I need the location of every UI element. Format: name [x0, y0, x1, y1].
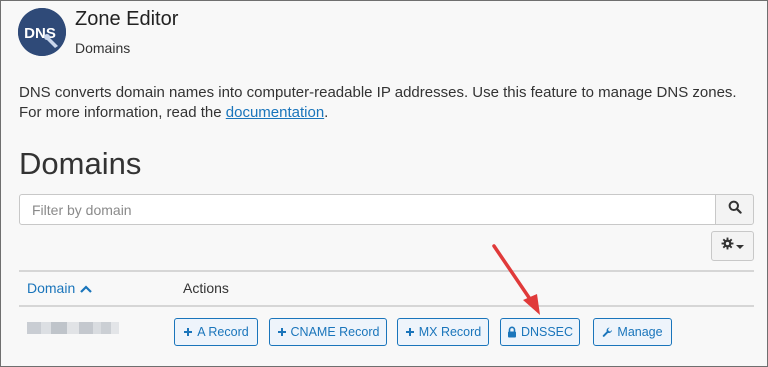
redacted-domain: [27, 322, 119, 334]
plus-icon: [183, 327, 193, 337]
lock-icon: [507, 326, 517, 338]
gear-icon: [721, 237, 734, 255]
intro-text-end: .: [324, 104, 329, 121]
dnssec-label: DNSSEC: [520, 325, 574, 339]
page-title: Domains: [19, 146, 142, 181]
documentation-link[interactable]: documentation: [226, 104, 324, 121]
add-cname-record-button[interactable]: CNAME Record: [269, 318, 387, 346]
table-header-border: [19, 305, 754, 307]
add-mx-record-button[interactable]: MX Record: [397, 318, 489, 346]
dnssec-button[interactable]: DNSSEC: [500, 318, 580, 346]
caret-down-icon: [736, 237, 744, 255]
intro-text: DNS converts domain names into computer-…: [19, 83, 754, 123]
page-frame: DNS Zone Editor Domains DNS converts dom…: [0, 0, 768, 367]
column-header-domain-label: Domain: [27, 280, 76, 296]
filter-input[interactable]: [19, 194, 716, 225]
add-cname-record-label: CNAME Record: [290, 325, 380, 339]
chevron-up-icon: [80, 280, 93, 296]
settings-dropdown-button[interactable]: [711, 231, 754, 261]
manage-button[interactable]: Manage: [593, 318, 672, 346]
breadcrumb[interactable]: Domains: [75, 40, 130, 56]
column-header-domain[interactable]: Domain: [27, 280, 93, 296]
column-header-actions: Actions: [183, 280, 229, 296]
table-top-border: [19, 270, 754, 272]
search-button[interactable]: [715, 194, 754, 225]
app-title: Zone Editor: [75, 8, 179, 30]
wrench-icon: [602, 327, 613, 338]
add-a-record-label: A Record: [197, 325, 249, 339]
search-icon: [728, 200, 742, 219]
add-mx-record-label: MX Record: [418, 325, 482, 339]
plus-icon: [277, 327, 287, 337]
dns-logo-icon: DNS: [18, 8, 66, 56]
plus-icon: [405, 327, 415, 337]
add-a-record-button[interactable]: A Record: [174, 318, 258, 346]
manage-label: Manage: [617, 325, 663, 339]
intro-text-main: DNS converts domain names into computer-…: [19, 84, 737, 121]
